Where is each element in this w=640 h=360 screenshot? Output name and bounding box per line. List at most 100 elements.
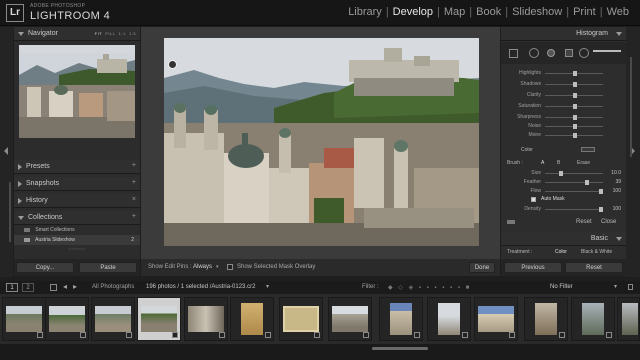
main-photo[interactable] bbox=[164, 38, 479, 246]
filmstrip-thumbnail[interactable] bbox=[379, 297, 423, 341]
reset-button[interactable]: Reset bbox=[565, 262, 623, 273]
filter-select[interactable]: No Filter bbox=[550, 284, 573, 290]
show-edit-pins-select[interactable]: Always bbox=[193, 264, 212, 270]
add-collection-icon[interactable]: + bbox=[132, 213, 136, 220]
slider-knob[interactable] bbox=[559, 171, 563, 176]
filmstrip-thumbnail[interactable] bbox=[524, 297, 568, 341]
filmstrip-thumbnail[interactable] bbox=[45, 297, 89, 341]
reset-link[interactable]: Reset bbox=[576, 219, 592, 225]
add-snapshot-icon[interactable]: + bbox=[132, 179, 136, 186]
filmstrip-scroll-thumb[interactable] bbox=[372, 347, 428, 350]
zoom-1-1[interactable]: 1:1 bbox=[119, 31, 126, 36]
clear-history-icon[interactable]: × bbox=[132, 196, 136, 203]
filmstrip-thumbnail[interactable] bbox=[91, 297, 135, 341]
slider-track[interactable] bbox=[545, 209, 603, 210]
mask-toggle-icon[interactable] bbox=[507, 220, 515, 224]
module-print[interactable]: Print bbox=[569, 6, 600, 18]
presets-header[interactable]: Presets + bbox=[14, 160, 140, 174]
slider-knob[interactable] bbox=[573, 71, 577, 76]
red-eye-tool-icon[interactable] bbox=[547, 49, 555, 57]
done-button[interactable]: Done bbox=[469, 262, 495, 273]
histogram-header[interactable]: Histogram bbox=[501, 27, 626, 41]
slider-knob[interactable] bbox=[585, 180, 589, 185]
filmstrip-thumbnail-selected[interactable] bbox=[137, 297, 181, 341]
navigator-header[interactable]: Navigator FIT FILL 1:1 1:3 bbox=[14, 27, 140, 41]
slider-track[interactable] bbox=[545, 173, 603, 174]
slider-value[interactable]: 39 bbox=[615, 179, 621, 185]
filmstrip-thumbnail[interactable] bbox=[279, 297, 323, 341]
slider-knob[interactable] bbox=[573, 124, 577, 129]
slider-value[interactable]: 100 bbox=[613, 206, 621, 212]
history-header[interactable]: History × bbox=[14, 194, 140, 208]
filter-lock-icon[interactable] bbox=[628, 284, 633, 290]
radial-filter-icon[interactable] bbox=[579, 48, 589, 58]
paste-button[interactable]: Paste bbox=[79, 262, 137, 273]
brush-a-option[interactable]: A bbox=[541, 160, 544, 166]
treatment-color-option[interactable]: Color bbox=[555, 249, 567, 255]
spot-removal-tool-icon[interactable] bbox=[529, 48, 539, 58]
filmstrip-thumbnail[interactable] bbox=[184, 297, 228, 341]
slider-track[interactable] bbox=[545, 191, 603, 192]
add-preset-icon[interactable]: + bbox=[132, 162, 136, 169]
page-1-button[interactable]: 1 bbox=[6, 283, 18, 292]
filmstrip-thumbnail[interactable] bbox=[474, 297, 518, 341]
slider-knob[interactable] bbox=[573, 115, 577, 120]
module-library[interactable]: Library bbox=[344, 6, 386, 18]
slider-value[interactable]: 10.0 bbox=[611, 170, 621, 176]
flag-filter-icons[interactable]: ◆ ◇ ◈ ▪ ▪ ▪ ▪ ▪ ▪ ■ bbox=[388, 284, 471, 291]
slider-knob[interactable] bbox=[599, 189, 603, 194]
selection-info[interactable]: 196 photos / 1 selected /Austria-0123.cr… bbox=[146, 284, 255, 290]
graduated-filter-icon[interactable] bbox=[565, 49, 573, 57]
module-develop[interactable]: Develop bbox=[389, 6, 437, 18]
basic-header[interactable]: Basic bbox=[501, 232, 626, 246]
auto-mask-checkbox[interactable] bbox=[531, 197, 536, 202]
zoom-fill[interactable]: FILL bbox=[105, 31, 115, 36]
page-2-button[interactable]: 2 bbox=[22, 283, 34, 292]
slider-value[interactable]: 100 bbox=[613, 188, 621, 194]
color-swatch[interactable] bbox=[581, 147, 595, 152]
slider-knob[interactable] bbox=[573, 82, 577, 87]
filmstrip-thumbnail[interactable] bbox=[427, 297, 471, 341]
back-arrow-icon[interactable]: ◂ bbox=[63, 282, 67, 291]
filmstrip-thumbnail[interactable] bbox=[2, 297, 46, 341]
edit-pin-icon[interactable] bbox=[168, 60, 177, 69]
slider-track[interactable] bbox=[545, 182, 603, 183]
filmstrip-thumbnail[interactable] bbox=[571, 297, 615, 341]
slider-knob[interactable] bbox=[573, 133, 577, 138]
slider-knob[interactable] bbox=[573, 93, 577, 98]
crop-tool-icon[interactable] bbox=[509, 49, 518, 58]
treatment-bw-option[interactable]: Black & White bbox=[581, 249, 612, 255]
copy-button[interactable]: Copy... bbox=[16, 262, 74, 273]
left-panel-edge[interactable] bbox=[0, 27, 13, 277]
brush-b-option[interactable]: B bbox=[557, 160, 560, 166]
zoom-fit[interactable]: FIT bbox=[95, 31, 103, 36]
zoom-1-3[interactable]: 1:3 bbox=[129, 31, 136, 36]
brush-erase-option[interactable]: Erase bbox=[577, 160, 590, 166]
adjustment-brush-icon[interactable] bbox=[593, 50, 621, 52]
slider-knob[interactable] bbox=[599, 207, 603, 212]
module-slideshow[interactable]: Slideshow bbox=[508, 6, 566, 18]
filmstrip-thumbnail[interactable] bbox=[230, 297, 274, 341]
scroll-grip[interactable] bbox=[630, 57, 632, 157]
image-canvas[interactable] bbox=[141, 27, 500, 259]
collections-header[interactable]: Collections + bbox=[14, 211, 140, 225]
source-label[interactable]: All Photographs bbox=[92, 284, 134, 290]
previous-button[interactable]: Previous bbox=[504, 262, 562, 273]
filmstrip-thumbnail[interactable] bbox=[617, 297, 640, 341]
collection-item[interactable]: Smart Collections bbox=[14, 225, 140, 235]
grid-view-icon[interactable] bbox=[50, 284, 57, 291]
forward-arrow-icon[interactable]: ▸ bbox=[73, 282, 77, 291]
right-panel-scrollbar[interactable] bbox=[626, 27, 640, 277]
navigator-preview[interactable] bbox=[19, 45, 135, 138]
snapshots-header[interactable]: Snapshots + bbox=[14, 177, 140, 191]
module-book[interactable]: Book bbox=[472, 6, 505, 18]
mask-overlay-checkbox[interactable] bbox=[227, 264, 233, 270]
left-scroll-grip[interactable] bbox=[9, 182, 11, 242]
collection-item[interactable]: Austria Slideshow 2 bbox=[14, 235, 140, 245]
module-map[interactable]: Map bbox=[440, 6, 469, 18]
filmstrip-scrollbar[interactable] bbox=[0, 344, 640, 360]
filmstrip-thumbnail[interactable] bbox=[328, 297, 372, 341]
close-link[interactable]: Close bbox=[601, 219, 616, 225]
module-web[interactable]: Web bbox=[603, 6, 633, 18]
slider-knob[interactable] bbox=[573, 104, 577, 109]
